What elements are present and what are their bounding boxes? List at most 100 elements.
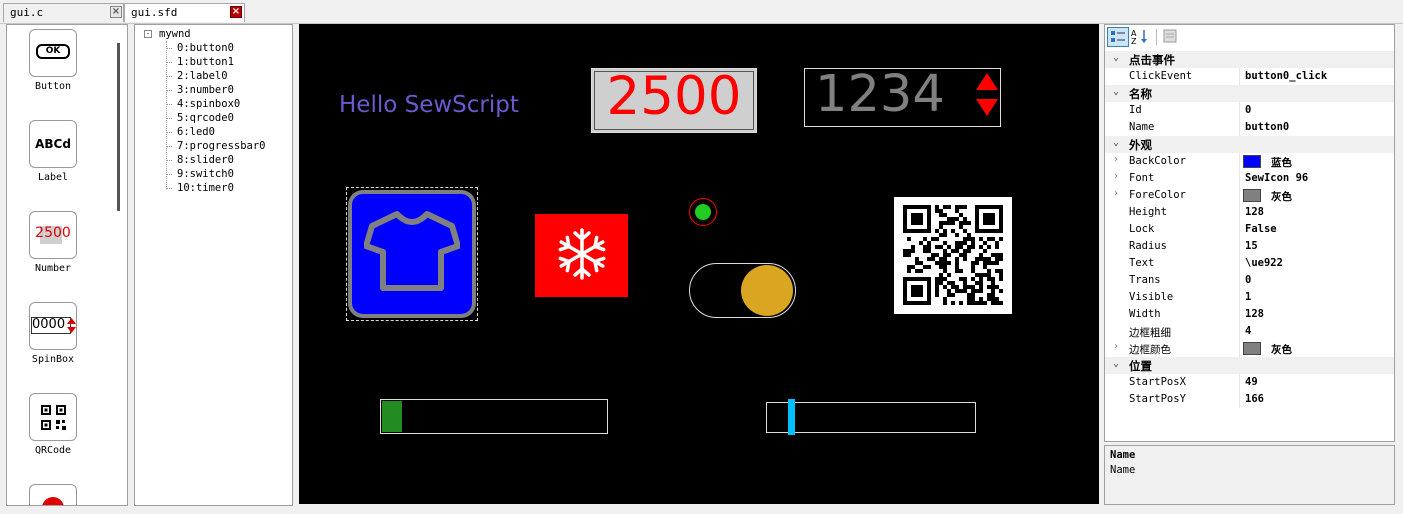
property-row[interactable]: Name button0 [1105,119,1394,136]
toolbox-label-widget[interactable]: ABCd [29,120,77,168]
label0[interactable]: Hello SewScript [339,92,519,118]
property-row[interactable]: 边框粗细 4 [1105,323,1394,340]
property-value[interactable]: 0 [1245,274,1251,286]
tree-item[interactable]: 5:qrcode0 [177,112,234,124]
tab-gui-c[interactable]: gui.c × [3,3,124,22]
number0[interactable]: 2500 [591,66,757,133]
button1[interactable] [535,214,628,297]
tree-item[interactable]: 7:progressbar0 [177,140,266,152]
property-value[interactable]: 灰色 [1271,189,1292,204]
button0[interactable] [348,190,476,318]
categorized-view-button[interactable] [1107,27,1129,47]
property-row[interactable]: Trans 0 [1105,272,1394,289]
property-name: Width [1129,308,1161,320]
tree-item[interactable]: 2:label0 [177,70,228,82]
led0[interactable] [689,198,717,226]
property-row[interactable]: Lock False [1105,221,1394,238]
property-name: Name [1129,121,1155,133]
expand-chevron-icon[interactable]: › [1113,154,1119,165]
property-value[interactable]: \ue922 [1245,257,1283,269]
number-icon: 2500 [35,225,71,241]
property-value[interactable]: 15 [1245,240,1258,252]
tree-root[interactable]: mywnd [159,28,191,40]
property-category[interactable]: ⌄ 名称 [1105,85,1394,102]
collapse-icon[interactable]: - [144,30,152,38]
tree-item[interactable]: 4:spinbox0 [177,98,240,110]
property-value[interactable]: SewIcon 96 [1245,172,1308,184]
toolbox-button[interactable]: OK [29,29,77,77]
property-name: StartPosY [1129,393,1186,405]
property-row[interactable]: StartPosY 166 [1105,391,1394,408]
expand-chevron-icon[interactable]: › [1113,171,1119,182]
progressbar0[interactable] [380,399,608,434]
property-value[interactable]: 灰色 [1271,342,1292,357]
close-icon[interactable]: × [230,6,242,18]
toolbox-number[interactable]: 2500 [29,211,77,259]
property-row[interactable]: Visible 1 [1105,289,1394,306]
collapse-chevron-icon[interactable]: ⌄ [1113,137,1119,148]
property-value[interactable]: button0_click [1245,70,1327,82]
property-value[interactable]: 0 [1245,104,1251,116]
sort-alpha-button[interactable]: AZ [1130,27,1152,47]
collapse-chevron-icon[interactable]: ⌄ [1113,52,1119,63]
slider0[interactable] [766,399,976,435]
tree-item[interactable]: 9:switch0 [177,168,234,180]
switch0[interactable] [689,263,796,318]
property-value[interactable]: 128 [1245,206,1264,218]
toolbox-scrollbar[interactable] [117,43,120,211]
collapse-chevron-icon[interactable]: ⌄ [1113,86,1119,97]
spinbox0[interactable]: 1234 [804,65,1001,127]
property-row[interactable]: › BackColor 蓝色 [1105,153,1394,170]
property-value[interactable]: 166 [1245,393,1264,405]
toolbox-qrcode[interactable] [29,393,77,441]
property-pages-button[interactable] [1160,27,1182,47]
property-value[interactable]: 49 [1245,376,1258,388]
property-row[interactable]: Width 128 [1105,306,1394,323]
property-value[interactable]: 4 [1245,325,1251,337]
design-canvas[interactable]: Hello SewScript 2500 1234 [299,24,1099,504]
property-row[interactable]: Text \ue922 [1105,255,1394,272]
slider-thumb[interactable] [788,399,795,435]
expand-chevron-icon[interactable]: › [1113,188,1119,199]
property-row[interactable]: StartPosX 49 [1105,374,1394,391]
tree-item[interactable]: 0:button0 [177,42,234,54]
property-value[interactable]: 1 [1245,291,1251,303]
property-row[interactable]: Radius 15 [1105,238,1394,255]
toolbox-led[interactable] [29,484,77,505]
tree-item[interactable]: 8:slider0 [177,154,234,166]
property-name: ClickEvent [1129,70,1193,82]
spin-down-icon [976,99,998,116]
property-row[interactable]: Height 128 [1105,204,1394,221]
property-name: Radius [1129,240,1167,252]
property-row[interactable]: Id 0 [1105,102,1394,119]
property-value[interactable]: 128 [1245,308,1264,320]
property-row[interactable]: ClickEvent button0_click [1105,68,1394,85]
property-value[interactable]: False [1245,223,1277,235]
property-name: Id [1129,104,1142,116]
collapse-chevron-icon[interactable]: ⌄ [1113,358,1119,369]
tree-item[interactable]: 10:timer0 [177,182,234,194]
qrcode0[interactable] [894,197,1012,314]
property-value[interactable]: 蓝色 [1271,155,1292,170]
toolbox-label: Button [34,81,72,92]
toolbox-spinbox[interactable]: 0000 [29,302,77,350]
property-category[interactable]: ⌄ 点击事件 [1105,51,1394,68]
toolbox-label: Number [34,263,72,274]
tree-item[interactable]: 6:led0 [177,126,215,138]
property-category[interactable]: ⌄ 位置 [1105,357,1394,374]
expand-chevron-icon[interactable]: › [1113,341,1119,352]
property-row[interactable]: › 边框颜色 灰色 [1105,340,1394,357]
tree-item[interactable]: 1:button1 [177,56,234,68]
category-name: 名称 [1129,87,1152,101]
property-value[interactable]: button0 [1245,121,1289,133]
tshirt-icon [364,211,460,291]
property-category[interactable]: ⌄ 外观 [1105,136,1394,153]
led-icon [42,497,64,505]
tab-gui-sfd[interactable]: gui.sfd × [124,3,245,22]
property-name: 边框粗细 [1129,327,1171,339]
tree-item[interactable]: 3:number0 [177,84,234,96]
close-icon[interactable]: × [110,6,122,18]
property-row[interactable]: › Font SewIcon 96 [1105,170,1394,187]
property-name: Font [1129,172,1155,184]
property-row[interactable]: › ForeColor 灰色 [1105,187,1394,204]
